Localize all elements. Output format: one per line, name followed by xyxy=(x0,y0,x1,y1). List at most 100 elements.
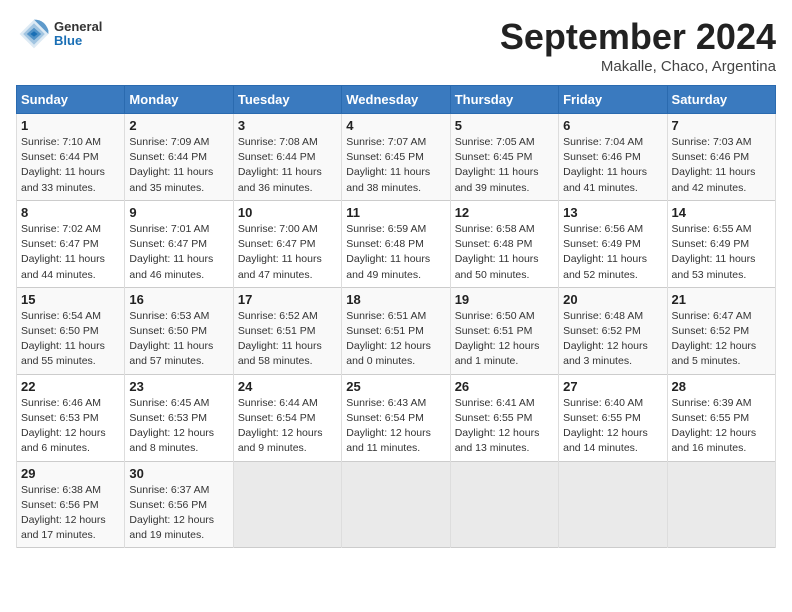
day-info: Sunrise: 6:56 AM Sunset: 6:49 PM Dayligh… xyxy=(563,222,662,283)
day-number: 30 xyxy=(129,466,228,481)
calendar-day-cell: 4 Sunrise: 7:07 AM Sunset: 6:45 PM Dayli… xyxy=(342,114,450,201)
calendar-day-cell: 25 Sunrise: 6:43 AM Sunset: 6:54 PM Dayl… xyxy=(342,374,450,461)
day-number: 9 xyxy=(129,205,228,220)
day-number: 10 xyxy=(238,205,337,220)
day-info: Sunrise: 6:52 AM Sunset: 6:51 PM Dayligh… xyxy=(238,309,337,370)
calendar-day-cell: 7 Sunrise: 7:03 AM Sunset: 6:46 PM Dayli… xyxy=(667,114,775,201)
month-title: September 2024 xyxy=(500,16,776,58)
calendar-day-cell: 30 Sunrise: 6:37 AM Sunset: 6:56 PM Dayl… xyxy=(125,461,233,548)
logo: General Blue xyxy=(16,16,102,52)
calendar-week-row: 1 Sunrise: 7:10 AM Sunset: 6:44 PM Dayli… xyxy=(17,114,776,201)
day-info: Sunrise: 6:41 AM Sunset: 6:55 PM Dayligh… xyxy=(455,396,554,457)
day-info: Sunrise: 7:02 AM Sunset: 6:47 PM Dayligh… xyxy=(21,222,120,283)
day-number: 28 xyxy=(672,379,771,394)
day-number: 29 xyxy=(21,466,120,481)
day-info: Sunrise: 7:05 AM Sunset: 6:45 PM Dayligh… xyxy=(455,135,554,196)
calendar-day-cell: 24 Sunrise: 6:44 AM Sunset: 6:54 PM Dayl… xyxy=(233,374,341,461)
day-info: Sunrise: 7:00 AM Sunset: 6:47 PM Dayligh… xyxy=(238,222,337,283)
calendar-day-cell: 21 Sunrise: 6:47 AM Sunset: 6:52 PM Dayl… xyxy=(667,287,775,374)
day-number: 6 xyxy=(563,118,662,133)
day-info: Sunrise: 6:51 AM Sunset: 6:51 PM Dayligh… xyxy=(346,309,445,370)
day-info: Sunrise: 6:47 AM Sunset: 6:52 PM Dayligh… xyxy=(672,309,771,370)
calendar-header: SundayMondayTuesdayWednesdayThursdayFrid… xyxy=(17,86,776,114)
day-number: 26 xyxy=(455,379,554,394)
weekday-header: Wednesday xyxy=(342,86,450,114)
calendar-day-cell: 27 Sunrise: 6:40 AM Sunset: 6:55 PM Dayl… xyxy=(559,374,667,461)
calendar-table: SundayMondayTuesdayWednesdayThursdayFrid… xyxy=(16,85,776,548)
calendar-day-cell: 2 Sunrise: 7:09 AM Sunset: 6:44 PM Dayli… xyxy=(125,114,233,201)
day-number: 17 xyxy=(238,292,337,307)
weekday-header: Tuesday xyxy=(233,86,341,114)
day-number: 7 xyxy=(672,118,771,133)
day-number: 23 xyxy=(129,379,228,394)
weekday-header: Monday xyxy=(125,86,233,114)
calendar-day-cell xyxy=(342,461,450,548)
logo-icon xyxy=(16,16,52,52)
day-number: 16 xyxy=(129,292,228,307)
calendar-day-cell: 17 Sunrise: 6:52 AM Sunset: 6:51 PM Dayl… xyxy=(233,287,341,374)
day-info: Sunrise: 6:46 AM Sunset: 6:53 PM Dayligh… xyxy=(21,396,120,457)
calendar-week-row: 15 Sunrise: 6:54 AM Sunset: 6:50 PM Dayl… xyxy=(17,287,776,374)
calendar-day-cell: 14 Sunrise: 6:55 AM Sunset: 6:49 PM Dayl… xyxy=(667,200,775,287)
calendar-week-row: 29 Sunrise: 6:38 AM Sunset: 6:56 PM Dayl… xyxy=(17,461,776,548)
weekday-header: Sunday xyxy=(17,86,125,114)
calendar-day-cell: 10 Sunrise: 7:00 AM Sunset: 6:47 PM Dayl… xyxy=(233,200,341,287)
day-number: 1 xyxy=(21,118,120,133)
weekday-header: Friday xyxy=(559,86,667,114)
calendar-day-cell xyxy=(559,461,667,548)
day-number: 3 xyxy=(238,118,337,133)
day-info: Sunrise: 7:10 AM Sunset: 6:44 PM Dayligh… xyxy=(21,135,120,196)
day-info: Sunrise: 6:45 AM Sunset: 6:53 PM Dayligh… xyxy=(129,396,228,457)
calendar-day-cell: 8 Sunrise: 7:02 AM Sunset: 6:47 PM Dayli… xyxy=(17,200,125,287)
page-header: General Blue September 2024 Makalle, Cha… xyxy=(16,16,776,75)
day-info: Sunrise: 6:58 AM Sunset: 6:48 PM Dayligh… xyxy=(455,222,554,283)
calendar-day-cell: 19 Sunrise: 6:50 AM Sunset: 6:51 PM Dayl… xyxy=(450,287,558,374)
day-info: Sunrise: 7:08 AM Sunset: 6:44 PM Dayligh… xyxy=(238,135,337,196)
calendar-day-cell: 9 Sunrise: 7:01 AM Sunset: 6:47 PM Dayli… xyxy=(125,200,233,287)
day-number: 12 xyxy=(455,205,554,220)
day-number: 15 xyxy=(21,292,120,307)
day-info: Sunrise: 7:03 AM Sunset: 6:46 PM Dayligh… xyxy=(672,135,771,196)
day-info: Sunrise: 6:48 AM Sunset: 6:52 PM Dayligh… xyxy=(563,309,662,370)
day-number: 5 xyxy=(455,118,554,133)
day-number: 8 xyxy=(21,205,120,220)
calendar-week-row: 22 Sunrise: 6:46 AM Sunset: 6:53 PM Dayl… xyxy=(17,374,776,461)
day-info: Sunrise: 6:55 AM Sunset: 6:49 PM Dayligh… xyxy=(672,222,771,283)
day-info: Sunrise: 6:43 AM Sunset: 6:54 PM Dayligh… xyxy=(346,396,445,457)
day-info: Sunrise: 6:38 AM Sunset: 6:56 PM Dayligh… xyxy=(21,483,120,544)
day-info: Sunrise: 6:39 AM Sunset: 6:55 PM Dayligh… xyxy=(672,396,771,457)
day-info: Sunrise: 6:37 AM Sunset: 6:56 PM Dayligh… xyxy=(129,483,228,544)
day-number: 18 xyxy=(346,292,445,307)
day-number: 2 xyxy=(129,118,228,133)
day-number: 22 xyxy=(21,379,120,394)
day-number: 20 xyxy=(563,292,662,307)
calendar-day-cell: 3 Sunrise: 7:08 AM Sunset: 6:44 PM Dayli… xyxy=(233,114,341,201)
day-info: Sunrise: 6:59 AM Sunset: 6:48 PM Dayligh… xyxy=(346,222,445,283)
day-number: 24 xyxy=(238,379,337,394)
day-number: 13 xyxy=(563,205,662,220)
calendar-day-cell: 11 Sunrise: 6:59 AM Sunset: 6:48 PM Dayl… xyxy=(342,200,450,287)
day-info: Sunrise: 6:53 AM Sunset: 6:50 PM Dayligh… xyxy=(129,309,228,370)
title-block: September 2024 Makalle, Chaco, Argentina xyxy=(500,16,776,75)
day-info: Sunrise: 6:50 AM Sunset: 6:51 PM Dayligh… xyxy=(455,309,554,370)
calendar-day-cell: 28 Sunrise: 6:39 AM Sunset: 6:55 PM Dayl… xyxy=(667,374,775,461)
calendar-day-cell: 23 Sunrise: 6:45 AM Sunset: 6:53 PM Dayl… xyxy=(125,374,233,461)
weekday-header: Thursday xyxy=(450,86,558,114)
day-number: 21 xyxy=(672,292,771,307)
calendar-day-cell: 5 Sunrise: 7:05 AM Sunset: 6:45 PM Dayli… xyxy=(450,114,558,201)
day-info: Sunrise: 6:40 AM Sunset: 6:55 PM Dayligh… xyxy=(563,396,662,457)
calendar-day-cell: 6 Sunrise: 7:04 AM Sunset: 6:46 PM Dayli… xyxy=(559,114,667,201)
calendar-week-row: 8 Sunrise: 7:02 AM Sunset: 6:47 PM Dayli… xyxy=(17,200,776,287)
day-number: 25 xyxy=(346,379,445,394)
calendar-day-cell: 20 Sunrise: 6:48 AM Sunset: 6:52 PM Dayl… xyxy=(559,287,667,374)
day-number: 14 xyxy=(672,205,771,220)
day-number: 4 xyxy=(346,118,445,133)
location-subtitle: Makalle, Chaco, Argentina xyxy=(500,58,776,75)
day-info: Sunrise: 7:04 AM Sunset: 6:46 PM Dayligh… xyxy=(563,135,662,196)
calendar-day-cell: 15 Sunrise: 6:54 AM Sunset: 6:50 PM Dayl… xyxy=(17,287,125,374)
day-number: 27 xyxy=(563,379,662,394)
day-info: Sunrise: 6:54 AM Sunset: 6:50 PM Dayligh… xyxy=(21,309,120,370)
calendar-day-cell xyxy=(450,461,558,548)
day-info: Sunrise: 7:07 AM Sunset: 6:45 PM Dayligh… xyxy=(346,135,445,196)
weekday-header: Saturday xyxy=(667,86,775,114)
